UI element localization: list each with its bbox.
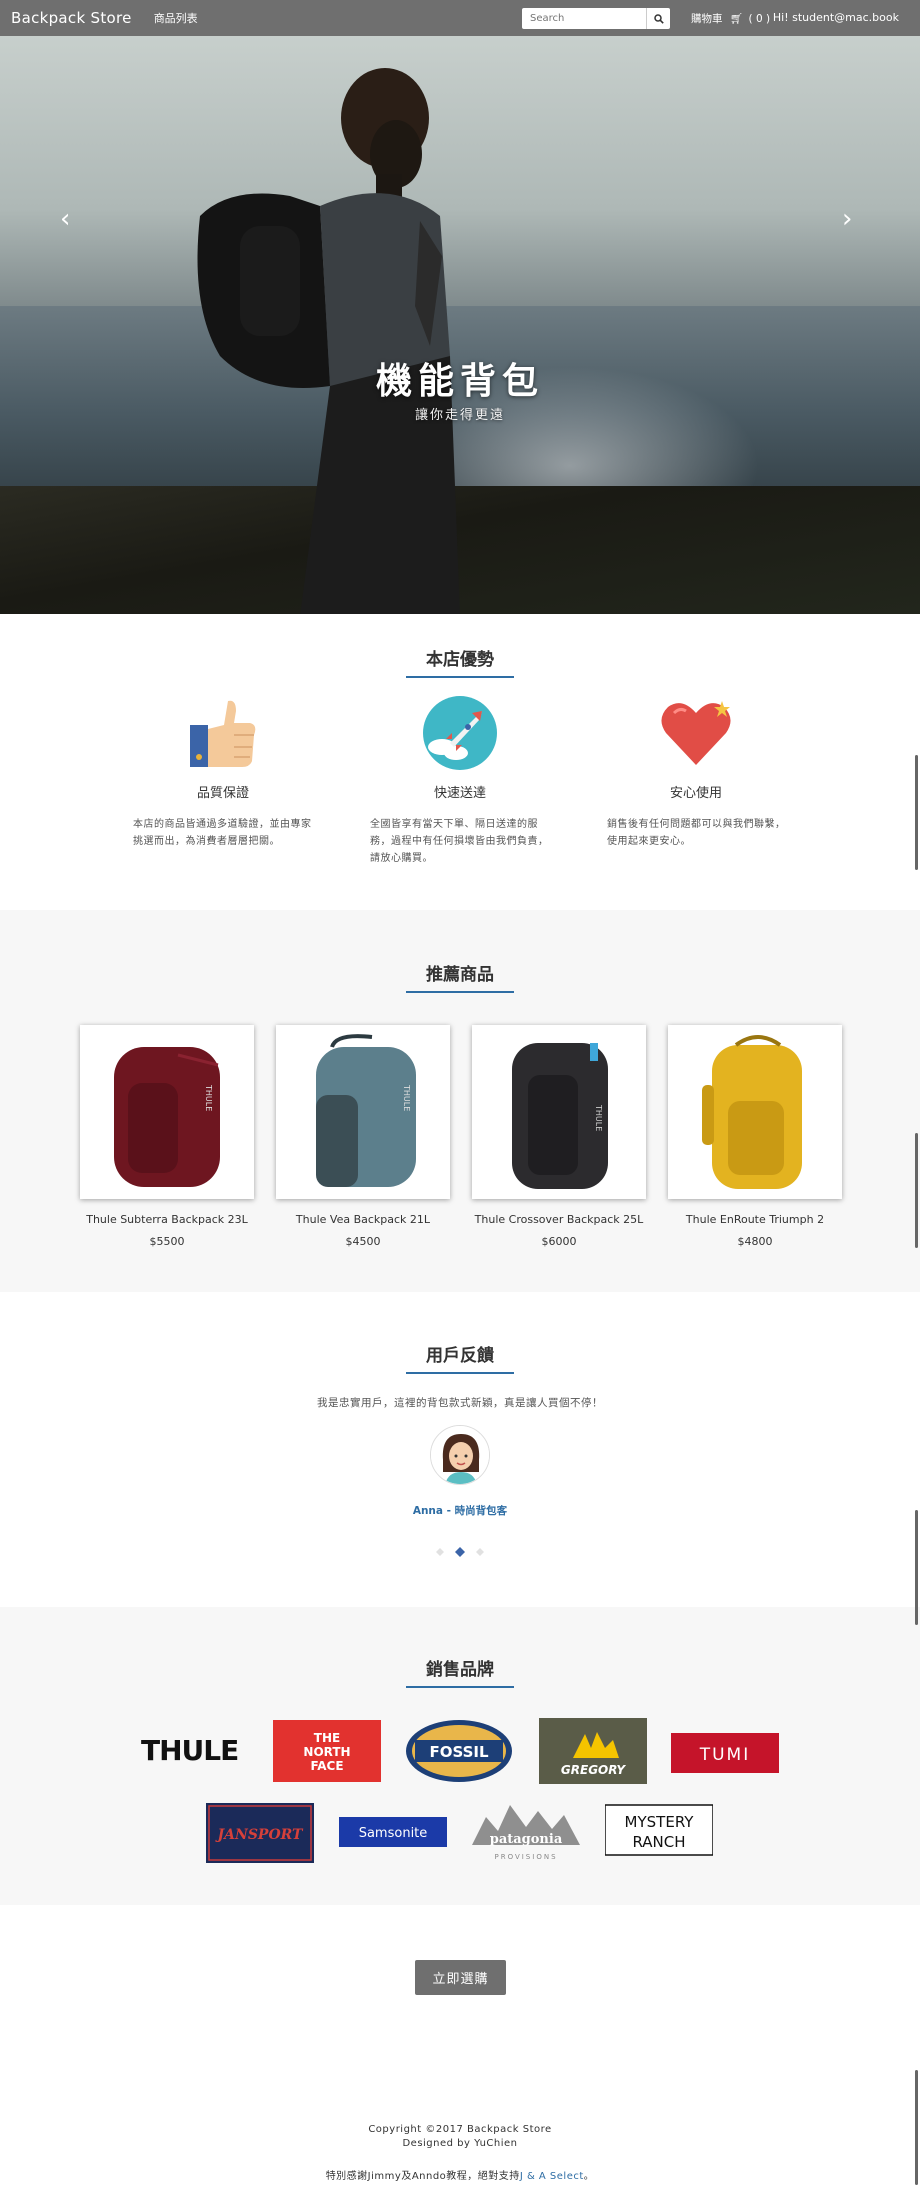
hero-subtitle: 讓你走得更遠: [414, 408, 505, 423]
ja-select-link[interactable]: J & A Select: [520, 2171, 584, 2182]
patagonia-logo-text: patagonia: [490, 1832, 563, 1847]
fossil-logo: FOSSIL: [406, 1720, 512, 1782]
cart-label: 購物車: [691, 13, 723, 25]
carousel-indicators: [436, 1547, 484, 1557]
backpack-image: THULE: [316, 1034, 416, 1187]
svg-text:THULE: THULE: [204, 1084, 213, 1111]
carousel-prev-button[interactable]: ‹: [60, 204, 70, 234]
footer-copyright: Copyright ©2017 Backpack Store: [368, 2124, 552, 2135]
advantages-underline: [406, 676, 514, 678]
advantages-title: 本店優勢: [426, 650, 494, 670]
product-card[interactable]: THULE: [80, 1025, 254, 1199]
svg-text:THULE: THULE: [594, 1104, 603, 1131]
testimonials-title: 用戶反饋: [426, 1346, 494, 1366]
svg-text:FACE: FACE: [310, 1759, 343, 1773]
backpack-image: THULE: [512, 1043, 608, 1189]
footer-thanks: 特別感謝Jimmy及Anndo教程，絕對支持J & A Select。: [0, 2167, 920, 2182]
testimonials-underline: [406, 1372, 514, 1374]
advantage-text-delivery: 全國皆享有當天下單、隔日送達的服務，過程中有任何損壞皆由我們負責，請放心購買。: [370, 819, 549, 864]
carousel-next-button[interactable]: ›: [842, 204, 852, 234]
testimonial-author: Anna - 時尚背包客: [412, 1505, 508, 1517]
advantage-text-quality: 本店的商品皆通過多道驗證，並由專家挑選而出，為消費者層層把關。: [133, 819, 312, 847]
cart-icon: 🛒︎: [729, 13, 744, 25]
brands-underline: [406, 1686, 514, 1688]
search-icon: [653, 13, 664, 24]
advantage-heading-safety: 安心使用: [669, 786, 722, 801]
footer-thanks-prefix: 特別感謝Jimmy及Anndo教程，絕對支持: [325, 2171, 520, 2182]
testimonial-quote: 我是忠實用戶，這裡的背包款式新穎，真是讓人買個不停！: [317, 1397, 603, 1409]
thule-logo-text: THULE: [141, 1734, 238, 1767]
advantage-text-safety: 銷售後有任何問題都可以與我們聯繫，使用起來更安心。: [607, 819, 786, 847]
heart-icon: [661, 701, 731, 765]
scrollbar-thumb[interactable]: [915, 755, 918, 870]
advantage-heading-delivery: 快速送達: [433, 786, 486, 801]
jansport-logo-text: JANSPORT: [215, 1827, 305, 1843]
shop-now-button[interactable]: 立即選購: [415, 1960, 506, 1995]
search-input[interactable]: [522, 9, 644, 28]
scrollbar-thumb[interactable]: [915, 2070, 918, 2185]
cart-count: ( 0 ): [748, 13, 771, 25]
search-button[interactable]: [646, 8, 670, 29]
product-name[interactable]: Thule Vea Backpack 21L: [265, 1213, 461, 1226]
indicator-dot[interactable]: [436, 1548, 444, 1556]
fossil-logo-text: FOSSIL: [429, 1743, 489, 1761]
product-name[interactable]: Thule EnRoute Triumph 2: [657, 1213, 853, 1226]
top-navbar: Backpack Store 商品列表 購物車 🛒︎ ( 0 ) Hi! stu…: [0, 0, 920, 36]
samsonite-logo-text: Samsonite: [359, 1826, 428, 1841]
products-nav-link[interactable]: 商品列表: [154, 10, 198, 26]
svg-text:MYSTERY: MYSTERY: [625, 1813, 695, 1831]
svg-text:RANCH: RANCH: [632, 1833, 685, 1851]
search-box: [522, 8, 670, 29]
product-card[interactable]: [668, 1025, 842, 1199]
svg-text:THULE: THULE: [402, 1084, 411, 1111]
thule-logo: THULE: [141, 1734, 239, 1767]
footer-thanks-suffix: 。: [583, 2171, 595, 2182]
backpack-image: THULE: [114, 1047, 220, 1187]
backpack-image: [702, 1035, 802, 1189]
tumi-logo-text: TUMI: [699, 1745, 751, 1765]
indicator-dot[interactable]: [476, 1548, 484, 1556]
rocket-icon: [423, 696, 497, 770]
product-name[interactable]: Thule Subterra Backpack 23L: [69, 1213, 265, 1226]
advantage-heading-quality: 品質保證: [196, 786, 249, 801]
tumi-logo: TUMI: [671, 1733, 779, 1773]
products-title: 推薦商品: [426, 965, 494, 985]
product-price: $6000: [541, 1235, 577, 1248]
brand-link[interactable]: Backpack Store: [11, 9, 132, 27]
product-card[interactable]: THULE: [276, 1025, 450, 1199]
product-card[interactable]: THULE: [472, 1025, 646, 1199]
products-underline: [406, 991, 514, 993]
product-name[interactable]: Thule Crossover Backpack 25L: [461, 1213, 657, 1226]
thumbs-up-icon: [190, 700, 256, 767]
samsonite-logo: Samsonite: [339, 1817, 447, 1847]
hero-title: 機能背包: [375, 361, 544, 402]
scrollbar-thumb[interactable]: [915, 1510, 918, 1625]
user-avatar-image: [431, 1426, 489, 1484]
product-price: $4800: [737, 1235, 773, 1248]
user-menu[interactable]: Hi! student@mac.book: [773, 11, 899, 24]
product-price: $4500: [345, 1235, 381, 1248]
avatar: [430, 1425, 490, 1485]
brands-title: 銷售品牌: [426, 1660, 494, 1680]
mystery-ranch-logo: MYSTERY RANCH: [605, 1804, 713, 1856]
cart-link[interactable]: 購物車 🛒︎ ( 0 ): [691, 11, 770, 26]
hero-carousel: ‹ › 機能背包 讓你走得更遠: [0, 36, 920, 614]
scrollbar-thumb[interactable]: [915, 1133, 918, 1248]
jansport-logo: JANSPORT: [206, 1803, 314, 1863]
svg-text:PROVISIONS: PROVISIONS: [494, 1853, 557, 1861]
hero-person-image: [197, 68, 460, 614]
patagonia-logo: patagonia PROVISIONS: [472, 1805, 580, 1861]
product-price: $5500: [149, 1235, 185, 1248]
svg-text:NORTH: NORTH: [303, 1745, 350, 1759]
indicator-dot-active[interactable]: [455, 1547, 465, 1557]
gregory-logo-text: GREGORY: [561, 1763, 626, 1777]
gregory-logo: GREGORY: [539, 1718, 647, 1784]
svg-text:THE: THE: [314, 1731, 340, 1745]
north-face-logo: THE NORTH FACE: [273, 1720, 381, 1782]
footer-designer: Designed by YuChien: [402, 2138, 518, 2149]
